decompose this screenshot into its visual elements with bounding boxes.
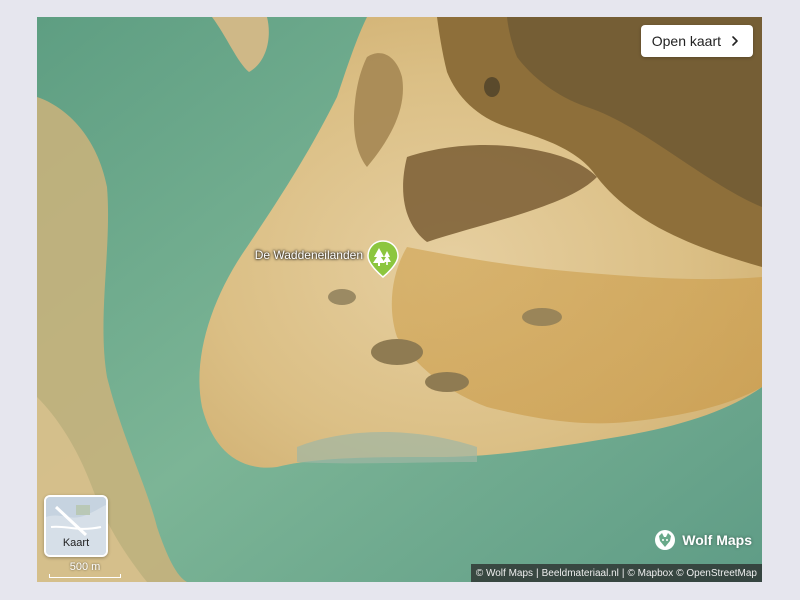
open-map-button[interactable]: Open kaart	[640, 25, 753, 57]
map-layer-label: Kaart	[62, 537, 90, 549]
attribution-openstreetmap[interactable]: © OpenStreetMap	[676, 568, 757, 579]
brand-name: Wolf Maps	[682, 532, 752, 548]
map-viewport[interactable]: Open kaart De Waddeneilanden Kaart 500 m	[37, 17, 762, 582]
attribution-mapbox[interactable]: © Mapbox	[628, 568, 674, 579]
chevron-right-icon	[732, 36, 738, 46]
scale-bar: 500 m	[49, 561, 121, 578]
wolf-logo-icon	[655, 530, 676, 550]
attribution-separator: |	[536, 567, 539, 579]
attribution-wolf-maps[interactable]: © Wolf Maps	[476, 568, 533, 579]
open-map-button-label: Open kaart	[651, 33, 721, 49]
scale-label: 500 m	[69, 561, 101, 573]
satellite-imagery	[37, 17, 762, 582]
attribution-beeldmateriaal[interactable]: Beeldmateriaal.nl	[542, 568, 619, 579]
scale-line	[49, 574, 121, 578]
location-marker[interactable]	[367, 240, 399, 278]
marker-label: De Waddeneilanden	[254, 248, 363, 262]
brand-logo: Wolf Maps	[654, 529, 752, 551]
attribution-separator: |	[621, 567, 625, 579]
map-attribution: © Wolf Maps | Beeldmateriaal.nl | © Mapb…	[470, 564, 762, 582]
map-layer-toggle[interactable]: Kaart	[44, 495, 108, 557]
